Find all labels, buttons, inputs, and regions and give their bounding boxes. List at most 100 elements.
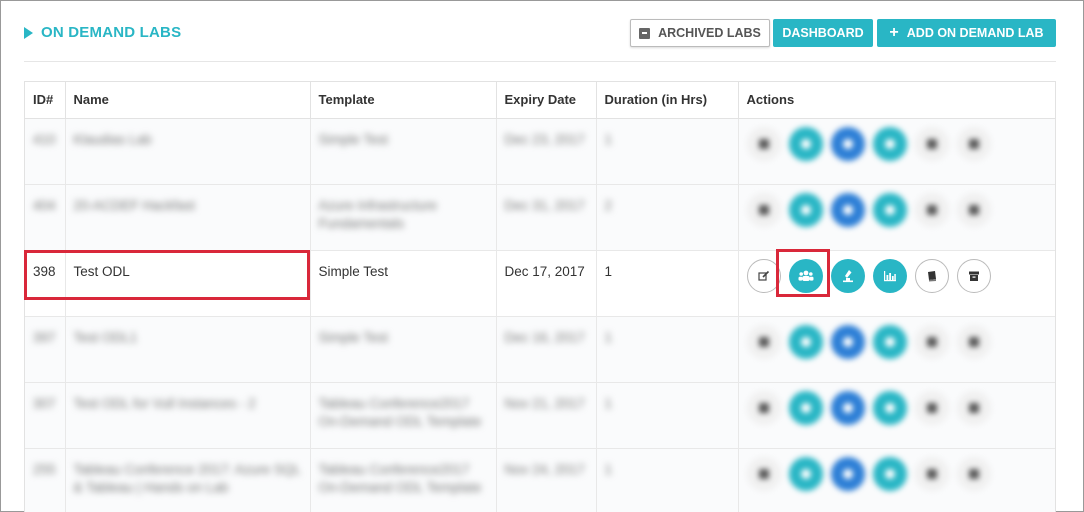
lab-template: Tableau Conference2017 On-Demand ODL Tem… xyxy=(318,461,482,495)
lab-id: 410 xyxy=(33,131,56,147)
column-header-id[interactable]: ID# xyxy=(25,82,66,119)
cell-id: 404 xyxy=(25,184,66,251)
lab-template: Simple Test xyxy=(318,263,389,279)
book-icon[interactable] xyxy=(914,324,949,359)
row-actions xyxy=(746,324,1050,359)
lab-id: 397 xyxy=(33,329,56,345)
column-header-template[interactable]: Template xyxy=(310,82,497,119)
cell-name: Tableau Conference 2017: Azure SQL & Tab… xyxy=(65,448,311,512)
row-actions xyxy=(746,456,1050,491)
cell-id: 397 xyxy=(25,316,66,383)
bar-chart-icon[interactable] xyxy=(872,192,907,227)
lab-duration: 1 xyxy=(604,395,613,411)
archived-labs-label: ARCHIVED LABS xyxy=(658,26,761,40)
archive-icon[interactable] xyxy=(956,456,991,491)
edit-icon[interactable] xyxy=(746,126,781,161)
archive-icon[interactable] xyxy=(956,390,991,425)
lab-name: Test ODL for Vull Instances - 2 xyxy=(73,395,256,411)
dashboard-button[interactable]: DASHBOARD xyxy=(773,19,873,47)
cell-duration: 1 xyxy=(596,118,739,185)
cell-actions xyxy=(738,118,1055,185)
table-row[interactable]: 397 Test ODL1 Simple Test Dec 16, 2017 1 xyxy=(25,316,1055,383)
lab-expiry-date: Dec 17, 2017 xyxy=(504,263,585,279)
table-header-row: ID# Name Template Expiry Date Duration (… xyxy=(25,82,1055,119)
book-icon[interactable] xyxy=(914,456,949,491)
cell-expiry: Nov 24, 2017 xyxy=(496,448,597,512)
lab-name: Klaudias Lab xyxy=(73,131,152,147)
users-icon[interactable] xyxy=(788,126,823,161)
lab-id: 404 xyxy=(33,197,56,213)
edit-icon[interactable] xyxy=(746,324,781,359)
book-icon[interactable] xyxy=(914,126,949,161)
table-row[interactable]: 255 Tableau Conference 2017: Azure SQL & … xyxy=(25,448,1055,512)
archive-icon[interactable] xyxy=(956,126,991,161)
flask-icon[interactable] xyxy=(830,126,865,161)
archive-icon[interactable] xyxy=(956,192,991,227)
row-actions xyxy=(746,258,1050,293)
cell-actions xyxy=(738,316,1055,383)
archive-button[interactable] xyxy=(956,258,991,293)
archive-icon[interactable] xyxy=(956,324,991,359)
bar-chart-icon[interactable] xyxy=(872,390,907,425)
page-header: ON DEMAND LABS ARCHIVED LABS DASHBOARD +… xyxy=(24,18,1056,62)
users-button[interactable] xyxy=(788,258,823,293)
book-icon[interactable] xyxy=(914,390,949,425)
lab-expiry-date: Nov 24, 2017 xyxy=(504,461,585,477)
cell-id: 398 xyxy=(25,250,66,317)
cell-template: Simple Test xyxy=(310,250,497,317)
edit-icon[interactable] xyxy=(746,390,781,425)
book-icon[interactable] xyxy=(914,192,949,227)
lab-id: 398 xyxy=(33,263,56,279)
row-actions xyxy=(746,390,1050,425)
lab-template: Simple Test xyxy=(318,131,389,147)
triangle-icon xyxy=(24,26,33,39)
bar-chart-icon xyxy=(883,270,897,282)
cell-duration: 1 xyxy=(596,382,739,449)
table-row[interactable]: 307 Test ODL for Vull Instances - 2 Tablea… xyxy=(25,382,1055,449)
book-button[interactable] xyxy=(914,258,949,293)
cell-expiry: Dec 23, 2017 xyxy=(496,118,597,185)
cell-id: 410 xyxy=(25,118,66,185)
lab-name: 20-ACDEF Hackfast xyxy=(73,197,196,213)
book-icon xyxy=(926,270,938,282)
lab-duration: 1 xyxy=(604,329,613,345)
lab-id: 255 xyxy=(33,461,56,477)
add-on-demand-lab-label: ADD ON DEMAND LAB xyxy=(906,26,1044,40)
users-icon[interactable] xyxy=(788,390,823,425)
bar-chart-icon[interactable] xyxy=(872,324,907,359)
bar-chart-icon[interactable] xyxy=(872,456,907,491)
row-actions xyxy=(746,126,1050,161)
flask-icon[interactable] xyxy=(830,192,865,227)
edit-icon[interactable] xyxy=(746,192,781,227)
lab-template: Simple Test xyxy=(318,329,389,345)
users-icon[interactable] xyxy=(788,456,823,491)
reports-button[interactable] xyxy=(872,258,907,293)
users-icon[interactable] xyxy=(788,192,823,227)
lab-expiry-date: Dec 31, 2017 xyxy=(504,197,585,213)
table-row[interactable]: 398 Test ODL Simple Test Dec 17, 2017 1 xyxy=(25,250,1055,317)
edit-icon xyxy=(757,270,770,282)
archived-labs-button[interactable]: ARCHIVED LABS xyxy=(630,19,770,47)
flask-icon[interactable] xyxy=(830,456,865,491)
row-actions xyxy=(746,192,1050,227)
page-title-text: ON DEMAND LABS xyxy=(41,24,182,41)
archive-icon xyxy=(639,27,651,39)
add-on-demand-lab-button[interactable]: + ADD ON DEMAND LAB xyxy=(877,19,1056,47)
bar-chart-icon[interactable] xyxy=(872,126,907,161)
cell-id: 307 xyxy=(25,382,66,449)
cell-id: 255 xyxy=(25,448,66,512)
lab-name: Tableau Conference 2017: Azure SQL & Tab… xyxy=(73,461,301,495)
table-row[interactable]: 404 20-ACDEF Hackfast Azure Infrastructure… xyxy=(25,184,1055,251)
users-icon[interactable] xyxy=(788,324,823,359)
lab-duration: 1 xyxy=(604,263,613,279)
column-header-name[interactable]: Name xyxy=(65,82,311,119)
flask-icon[interactable] xyxy=(830,390,865,425)
column-header-duration[interactable]: Duration (in Hrs) xyxy=(596,82,739,119)
edit-button[interactable] xyxy=(746,258,781,293)
cell-name: Test ODL1 xyxy=(65,316,311,383)
column-header-expiry[interactable]: Expiry Date xyxy=(496,82,597,119)
flask-button[interactable] xyxy=(830,258,865,293)
table-row[interactable]: 410 Klaudias Lab Simple Test Dec 23, 2017 1 xyxy=(25,118,1055,185)
edit-icon[interactable] xyxy=(746,456,781,491)
flask-icon[interactable] xyxy=(830,324,865,359)
